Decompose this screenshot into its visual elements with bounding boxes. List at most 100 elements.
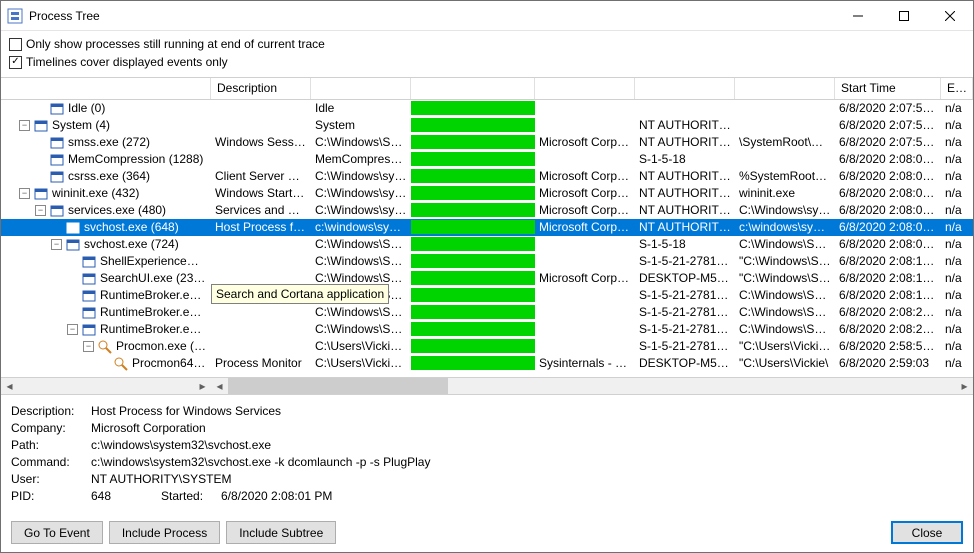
col-path[interactable] <box>311 78 411 99</box>
desc-cell: Windows Start-Up... <box>211 185 311 202</box>
user-cell: DESKTOP-M5O9... <box>635 270 735 287</box>
col-life[interactable] <box>411 78 535 99</box>
process-name: csrss.exe (364) <box>68 168 150 185</box>
scroll-left-arrow-icon[interactable]: ◂ <box>211 378 228 395</box>
company-cell <box>535 117 635 134</box>
command-cell: %SystemRoot%\s... <box>735 168 835 185</box>
life-cell <box>411 185 535 202</box>
goto-event-button[interactable]: Go To Event <box>11 521 103 544</box>
details-panel: Description:Host Process for Windows Ser… <box>1 395 973 513</box>
maximize-button[interactable] <box>881 1 927 31</box>
name-cell: csrss.exe (364) <box>1 168 211 185</box>
process-row[interactable]: RuntimeBroker.exe (454 C:\Windows\Syst..… <box>1 304 973 321</box>
process-row[interactable]: − wininit.exe (432) Windows Start-Up... … <box>1 185 973 202</box>
start-cell: 6/8/2020 2:08:01... <box>835 185 941 202</box>
life-cell <box>411 287 535 304</box>
detail-path-label: Path: <box>11 437 91 454</box>
col-user[interactable] <box>635 78 735 99</box>
expander-placeholder <box>67 290 78 301</box>
desc-cell: Client Server Runt... <box>211 168 311 185</box>
expander-icon[interactable]: − <box>19 120 30 131</box>
process-row[interactable]: − System (4) System NT AUTHORITY\... 6/8… <box>1 117 973 134</box>
only-running-checkbox[interactable]: Only show processes still running at end… <box>9 35 965 53</box>
scroll-thumb[interactable] <box>228 378 448 395</box>
scroll-left-arrow-icon[interactable]: ◂ <box>1 378 18 395</box>
user-cell: NT AUTHORITY\... <box>635 168 735 185</box>
desc-cell <box>211 151 311 168</box>
scroll-track[interactable] <box>448 378 956 395</box>
path-cell: C:\Windows\Syst... <box>311 253 411 270</box>
col-description[interactable]: Description <box>211 78 311 99</box>
company-cell <box>535 338 635 355</box>
process-row[interactable]: ShellExperienceHost.exe C:\Windows\Syst.… <box>1 253 973 270</box>
minimize-button[interactable] <box>835 1 881 31</box>
user-cell: S-1-5-18 <box>635 151 735 168</box>
process-row[interactable]: − services.exe (480) Services and Cont..… <box>1 202 973 219</box>
col-start[interactable]: Start Time <box>835 78 941 99</box>
life-cell <box>411 236 535 253</box>
expander-placeholder <box>99 358 110 369</box>
expander-icon[interactable]: − <box>67 324 78 335</box>
end-cell: n/a <box>941 219 973 236</box>
scroll-right-arrow-icon[interactable]: ▸ <box>956 378 973 395</box>
end-cell: n/a <box>941 287 973 304</box>
col-end[interactable]: End Time <box>941 78 973 99</box>
end-cell: n/a <box>941 185 973 202</box>
process-row[interactable]: smss.exe (272) Windows Session ... C:\Wi… <box>1 134 973 151</box>
process-row[interactable]: − RuntimeBroker.exe (312 C:\Windows\Syst… <box>1 321 973 338</box>
expander-icon[interactable]: − <box>19 188 30 199</box>
command-cell: C:\Windows\syst... <box>735 202 835 219</box>
expander-placeholder <box>67 307 78 318</box>
close-button[interactable]: Close <box>891 521 963 544</box>
include-subtree-button[interactable]: Include Subtree <box>226 521 336 544</box>
name-cell: − System (4) <box>1 117 211 134</box>
desc-cell: Host Process for ... <box>211 219 311 236</box>
expander-icon[interactable]: − <box>83 341 94 352</box>
name-cell: smss.exe (272) <box>1 134 211 151</box>
process-rows[interactable]: Idle (0) Idle 6/8/2020 2:07:50... n/a − … <box>1 100 973 377</box>
life-cell <box>411 117 535 134</box>
user-cell <box>635 100 735 117</box>
end-cell: n/a <box>941 151 973 168</box>
close-window-button[interactable] <box>927 1 973 31</box>
expander-placeholder <box>35 137 46 148</box>
detail-command: c:\windows\system32\svchost.exe -k dcoml… <box>91 454 430 471</box>
scroll-right-arrow-icon[interactable]: ▸ <box>194 378 211 395</box>
name-cell: − svchost.exe (724) <box>1 236 211 253</box>
col-name[interactable] <box>1 78 211 99</box>
life-cell <box>411 253 535 270</box>
command-cell: \SystemRoot\Syst... <box>735 134 835 151</box>
process-row[interactable]: csrss.exe (364) Client Server Runt... C:… <box>1 168 973 185</box>
expander-icon[interactable]: − <box>35 205 46 216</box>
path-cell: C:\Users\Vickie\... <box>311 355 411 372</box>
process-row[interactable]: svchost.exe (648) Host Process for ... c… <box>1 219 973 236</box>
titlebar: Process Tree <box>1 1 973 31</box>
timelines-checkbox[interactable]: ✓ Timelines cover displayed events only <box>9 53 965 71</box>
user-cell: S-1-5-21-2781759... <box>635 304 735 321</box>
process-row[interactable]: Idle (0) Idle 6/8/2020 2:07:50... n/a <box>1 100 973 117</box>
include-process-button[interactable]: Include Process <box>109 521 220 544</box>
scroll-track[interactable] <box>18 378 194 395</box>
process-icon <box>49 169 65 185</box>
detail-user: NT AUTHORITY\SYSTEM <box>91 471 231 488</box>
start-cell: 6/8/2020 2:08:18... <box>835 287 941 304</box>
expander-icon[interactable]: − <box>51 239 62 250</box>
process-icon <box>81 271 97 287</box>
process-row[interactable]: − svchost.exe (724) C:\Windows\Syst... S… <box>1 236 973 253</box>
end-cell: n/a <box>941 304 973 321</box>
checkbox-icon: ✓ <box>9 56 22 69</box>
process-row[interactable]: Procmon64.exe (1 Process Monitor C:\User… <box>1 355 973 372</box>
process-row[interactable]: RuntimeBroker.exe (417 C:\Windows\Syst..… <box>1 287 973 304</box>
life-cell <box>411 304 535 321</box>
process-row[interactable]: SearchUI.exe (2316) C:\Windows\Syst... M… <box>1 270 973 287</box>
process-row[interactable]: − Procmon.exe (3280) C:\Users\Vickie\...… <box>1 338 973 355</box>
process-row[interactable]: MemCompression (1288) MemCompression S-1… <box>1 151 973 168</box>
life-cell <box>411 151 535 168</box>
path-cell: Idle <box>311 100 411 117</box>
command-cell: C:\Windows\Sys... <box>735 304 835 321</box>
name-cell: svchost.exe (648) <box>1 219 211 236</box>
col-command[interactable] <box>735 78 835 99</box>
col-company[interactable] <box>535 78 635 99</box>
start-cell: 6/8/2020 2:08:17... <box>835 270 941 287</box>
horizontal-scrollbars: ◂ ▸ ◂ ▸ <box>1 377 973 394</box>
